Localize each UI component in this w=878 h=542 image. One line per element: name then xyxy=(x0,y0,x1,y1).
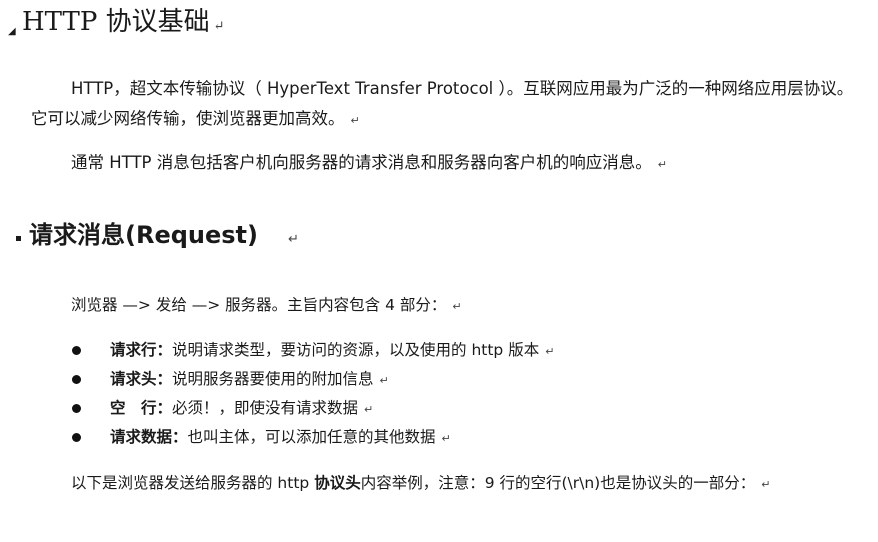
list-item-desc: 也叫主体，可以添加任意的其他数据 xyxy=(187,428,436,446)
paragraph-mark-icon: ↵ xyxy=(657,158,667,171)
list-item-desc: 说明请求类型，要访问的资源，以及使用的 http 版本 xyxy=(172,341,540,359)
bullet-icon xyxy=(72,346,81,355)
list-item-desc: 必须！，即使没有请求数据 xyxy=(172,399,359,417)
paragraph-request-intro: 浏览器 —> 发给 —> 服务器。主旨内容包含 4 部分： ↵ xyxy=(71,290,462,322)
paragraph-mark-icon: ↵ xyxy=(452,300,462,313)
list-item-term: 请求头： xyxy=(110,370,173,388)
paragraph-mark-icon: ↵ xyxy=(364,403,374,416)
list-item: 请求行：说明请求类型，要访问的资源，以及使用的 http 版本 ↵ xyxy=(70,336,554,365)
paragraph-text: 浏览器 —> 发给 —> 服务器。主旨内容包含 4 部分： xyxy=(71,296,447,314)
paragraph-mark-icon: ↵ xyxy=(379,374,389,387)
heading-marker-icon: ◢ xyxy=(8,26,16,37)
request-parts-list: 请求行：说明请求类型，要访问的资源，以及使用的 http 版本 ↵ 请求头：说明服… xyxy=(70,336,554,452)
paragraph-text: 内容举例，注意：9 行的空行(\r\n)也是协议头的一部分： xyxy=(360,474,756,492)
bullet-icon xyxy=(72,375,81,384)
paragraph-text: 通常 HTTP 消息包括客户机向服务器的请求消息和服务器向客户机的响应消息。 xyxy=(71,153,652,172)
list-item-desc: 说明服务器要使用的附加信息 xyxy=(172,370,374,388)
list-item-term: 请求行： xyxy=(110,341,173,359)
heading-http-basics: ◢ HTTP 协议基础 ↵ xyxy=(8,2,225,47)
paragraph-bold-text: 协议头 xyxy=(314,474,361,492)
paragraph-http-messages: 通常 HTTP 消息包括客户机向服务器的请求消息和服务器向客户机的响应消息。 ↵ xyxy=(71,148,667,180)
paragraph-mark-icon: ↵ xyxy=(545,345,555,358)
document-page: ◢ HTTP 协议基础 ↵ HTTP，超文本传输协议（ HyperText Tran… xyxy=(0,0,878,542)
list-item-term: 请求数据： xyxy=(110,428,188,446)
list-item-term: 空 行： xyxy=(110,399,173,417)
paragraph-mark-icon: ↵ xyxy=(441,432,451,445)
bullet-icon xyxy=(72,404,81,413)
heading-request-message: 请求消息(Request) ↵ xyxy=(16,215,299,260)
paragraph-text: 以下是浏览器发送给服务器的 http xyxy=(71,474,315,492)
list-item: 请求数据：也叫主体，可以添加任意的其他数据 ↵ xyxy=(70,423,554,452)
paragraph-mark-icon: ↵ xyxy=(213,19,225,34)
heading-text: HTTP 协议基础 xyxy=(22,7,210,37)
bullet-icon xyxy=(72,433,81,442)
paragraph-text: HTTP，超文本传输协议（ HyperText Transfer Protoco… xyxy=(31,79,854,128)
paragraph-header-example-note: 以下是浏览器发送给服务器的 http 协议头内容举例，注意：9 行的空行(\r\… xyxy=(31,468,841,500)
list-item: 请求头：说明服务器要使用的附加信息 ↵ xyxy=(70,365,554,394)
paragraph-mark-icon: ↵ xyxy=(761,478,771,491)
paragraph-mark-icon: ↵ xyxy=(288,232,299,247)
paragraph-mark-icon: ↵ xyxy=(350,114,360,127)
list-item: 空 行：必须！，即使没有请求数据 ↵ xyxy=(70,394,554,423)
paragraph-http-definition: HTTP，超文本传输协议（ HyperText Transfer Protoco… xyxy=(31,74,861,136)
heading-bullet-icon xyxy=(16,235,21,241)
heading-text: 请求消息(Request) xyxy=(29,221,258,249)
